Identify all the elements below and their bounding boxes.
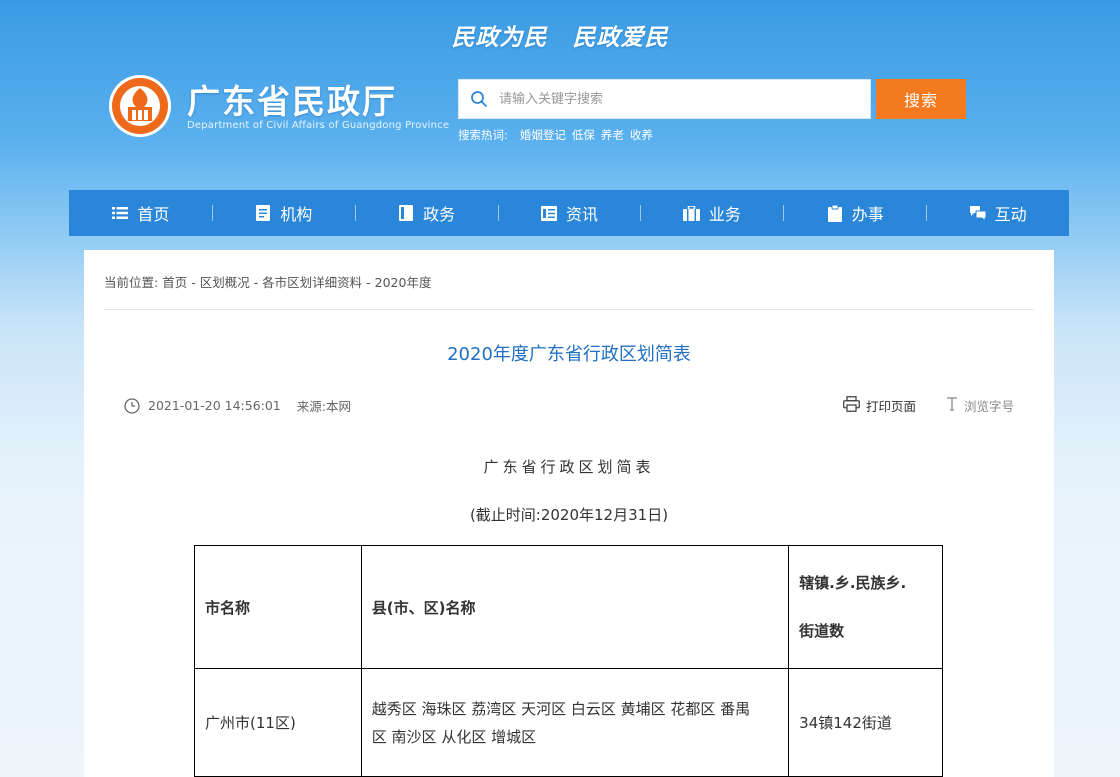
clipboard-icon bbox=[826, 204, 844, 222]
body-date: (截止时间:2020年12月31日) bbox=[469, 506, 669, 524]
table-header-counts-line2: 街道数 bbox=[799, 622, 845, 640]
hot-search-terms: 搜索热词: 婚姻登记 低保 养老 收养 bbox=[458, 127, 653, 143]
article-meta: 2021-01-20 14:56:01 来源:本网 bbox=[124, 396, 351, 415]
article-datetime: 2021-01-20 14:56:01 bbox=[148, 398, 281, 413]
font-size-label: 浏览字号 bbox=[963, 399, 1014, 414]
nav-label: 业务 bbox=[708, 205, 741, 224]
news-icon bbox=[540, 204, 558, 222]
document-icon bbox=[254, 204, 272, 222]
nav-item-news[interactable]: 资讯 bbox=[497, 190, 641, 236]
nav-label: 机构 bbox=[280, 205, 313, 224]
breadcrumb-label: 当前位置: bbox=[104, 275, 159, 290]
nav-item-institution[interactable]: 机构 bbox=[211, 190, 355, 236]
nav-label: 政务 bbox=[423, 205, 456, 224]
table-cell-city: 广州市(11区) bbox=[194, 668, 362, 777]
nav-item-business[interactable]: 业务 bbox=[640, 190, 783, 236]
site-subtitle: Department of Civil Affairs of Guangdong… bbox=[187, 120, 450, 131]
table-cell-counts: 34镇142街道 bbox=[788, 668, 943, 777]
header-slogan: 民政为民 民政爱民 bbox=[0, 18, 1120, 52]
briefcase-icon bbox=[683, 204, 701, 222]
table-row: 广州市(11区) 越秀区 海珠区 荔湾区 天河区 白云区 黄埔区 花都区 番禺 … bbox=[194, 668, 943, 777]
main-content: 当前位置: 首页 - 区划概况 - 各市区划详细资料 - 2020年度 2020… bbox=[84, 250, 1054, 777]
search-icon bbox=[459, 80, 499, 118]
list-icon bbox=[111, 204, 129, 222]
nav-label: 资讯 bbox=[566, 205, 599, 224]
print-page-button[interactable]: 打印页面 bbox=[843, 396, 916, 415]
districts-line: 越秀区 海珠区 荔湾区 天河区 白云区 黄埔区 花都区 番禺 bbox=[371, 699, 751, 718]
nav-item-home[interactable]: 首页 bbox=[69, 190, 212, 236]
division-table: 市名称 县(市、区)名称 辖镇.乡.民族乡. 街道数 广州市(11区) 越秀区 … bbox=[194, 545, 943, 777]
book-icon bbox=[397, 204, 415, 222]
nav-label: 互动 bbox=[994, 205, 1027, 224]
font-size-button[interactable]: 浏览字号 bbox=[946, 396, 1014, 415]
breadcrumb-separator: - bbox=[191, 275, 200, 290]
breadcrumb: 当前位置: 首页 - 区划概况 - 各市区划详细资料 - 2020年度 bbox=[104, 272, 431, 291]
hot-term-link[interactable]: 婚姻登记 bbox=[520, 127, 566, 143]
breadcrumb-separator: - bbox=[253, 275, 263, 290]
hot-term-link[interactable]: 收养 bbox=[630, 127, 653, 143]
chat-icon bbox=[969, 204, 987, 222]
breadcrumb-separator: - bbox=[366, 275, 375, 290]
breadcrumb-link-division[interactable]: 区划概况 bbox=[200, 275, 250, 290]
article-tools: 打印页面 浏览字号 bbox=[843, 396, 1014, 415]
nav-item-interaction[interactable]: 互动 bbox=[926, 190, 1069, 236]
site-logo-icon[interactable] bbox=[108, 74, 172, 138]
article-title: 2020年度广东省行政区划简表 bbox=[447, 344, 691, 365]
hot-term-link[interactable]: 养老 bbox=[601, 127, 624, 143]
font-size-icon bbox=[946, 397, 958, 414]
breadcrumb-link-year[interactable]: 2020年度 bbox=[375, 275, 432, 290]
nav-item-government-affairs[interactable]: 政务 bbox=[354, 190, 498, 236]
table-header-counts-line1: 辖镇.乡.民族乡. bbox=[799, 574, 907, 592]
hot-search-label: 搜索热词: bbox=[458, 128, 508, 142]
table-header-counts: 辖镇.乡.民族乡. 街道数 bbox=[788, 545, 943, 669]
breadcrumb-divider bbox=[104, 309, 1034, 310]
clock-icon bbox=[124, 397, 140, 414]
article-source: 来源:本网 bbox=[296, 399, 351, 414]
site-title[interactable]: 广东省民政厅 bbox=[187, 75, 397, 123]
nav-label: 首页 bbox=[137, 205, 170, 224]
districts-line: 区 南沙区 从化区 增城区 bbox=[371, 727, 537, 746]
printer-icon bbox=[843, 396, 860, 415]
print-label: 打印页面 bbox=[865, 399, 916, 414]
breadcrumb-link-home[interactable]: 首页 bbox=[162, 275, 187, 290]
table-header-row: 市名称 县(市、区)名称 辖镇.乡.民族乡. 街道数 bbox=[194, 545, 943, 669]
hot-term-link[interactable]: 低保 bbox=[572, 127, 595, 143]
table-header-districts: 县(市、区)名称 bbox=[360, 545, 790, 669]
search-input[interactable] bbox=[499, 81, 859, 117]
breadcrumb-link-city-details[interactable]: 各市区划详细资料 bbox=[262, 275, 362, 290]
body-title: 广东省行政区划简表 bbox=[483, 458, 655, 476]
search-box bbox=[458, 79, 871, 119]
table-header-city: 市名称 bbox=[194, 545, 362, 669]
table-cell-districts: 越秀区 海珠区 荔湾区 天河区 白云区 黄埔区 花都区 番禺 区 南沙区 从化区… bbox=[360, 668, 790, 777]
main-nav: 首页 机构 政务 资讯 业务 办事 互动 bbox=[69, 190, 1069, 236]
slogan-right: 民政爱民 bbox=[572, 25, 669, 51]
slogan-left: 民政为民 bbox=[451, 25, 548, 51]
search-button[interactable]: 搜索 bbox=[876, 79, 966, 119]
nav-item-services[interactable]: 办事 bbox=[783, 190, 926, 236]
nav-label: 办事 bbox=[851, 205, 884, 224]
